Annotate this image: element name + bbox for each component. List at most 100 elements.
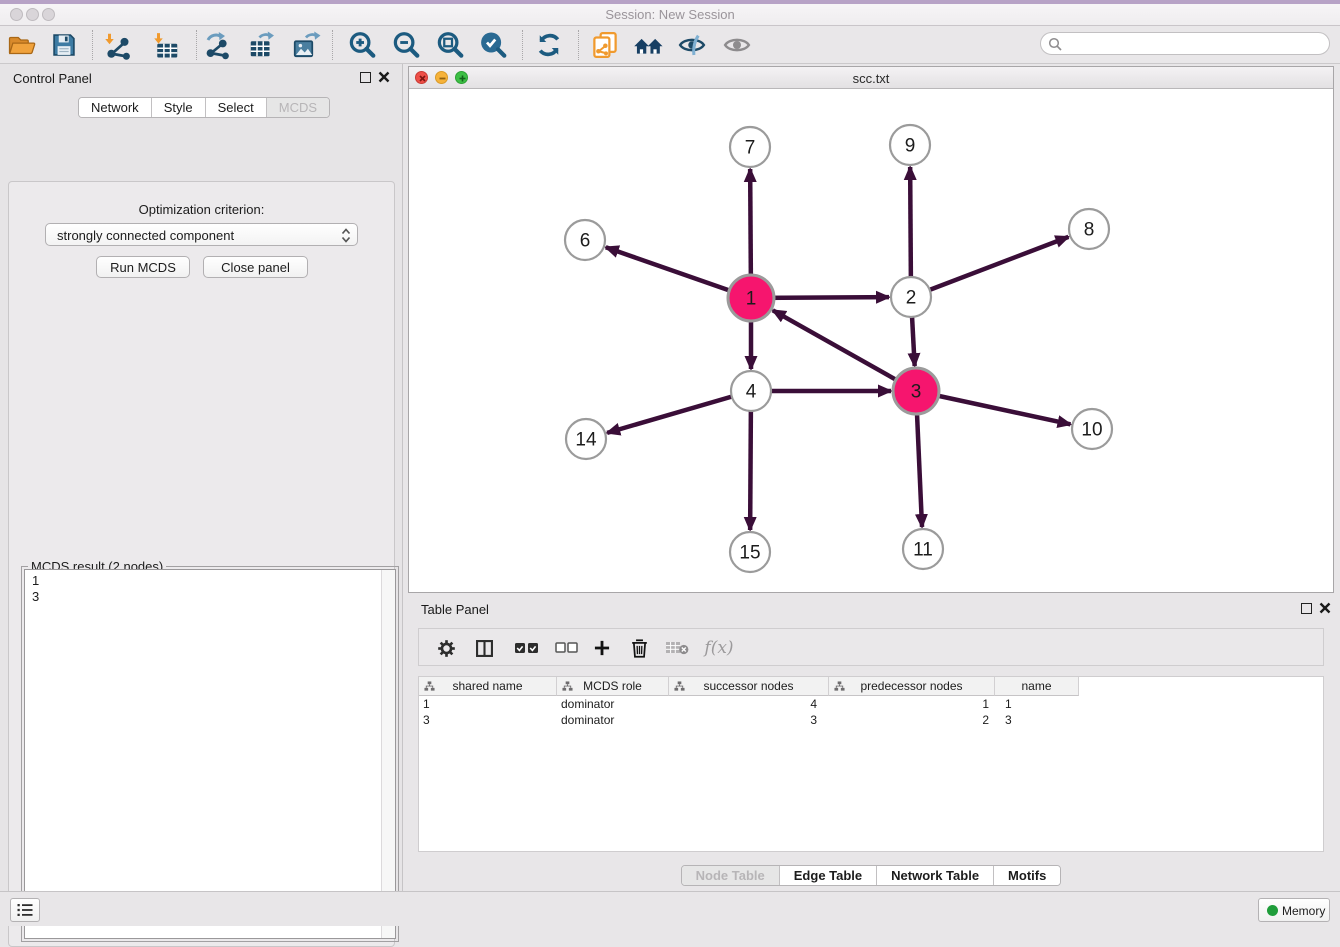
delete-column-button[interactable] bbox=[626, 636, 652, 660]
zoom-out-button[interactable] bbox=[389, 28, 423, 62]
table-row[interactable]: 1 dominator 4 1 1 bbox=[419, 696, 1323, 712]
hide-selected-button[interactable] bbox=[675, 28, 709, 62]
first-neighbors-button[interactable] bbox=[632, 28, 666, 62]
network-canvas[interactable]: 7968124314101511 bbox=[409, 89, 1333, 592]
show-all-button[interactable] bbox=[720, 28, 754, 62]
graph-edge-4-14[interactable] bbox=[607, 391, 751, 433]
cell-shared-name[interactable]: 3 bbox=[419, 712, 557, 728]
export-image-button[interactable] bbox=[289, 28, 323, 62]
tab-node-table[interactable]: Node Table bbox=[682, 866, 780, 885]
home-pair-icon bbox=[633, 30, 665, 60]
tab-select[interactable]: Select bbox=[206, 98, 267, 117]
open-file-button[interactable] bbox=[5, 28, 39, 62]
trash-icon bbox=[630, 638, 649, 659]
graph-node-label: 15 bbox=[739, 543, 760, 564]
zoom-in-button[interactable] bbox=[345, 28, 379, 62]
column-label: successor nodes bbox=[703, 679, 793, 693]
cell-predecessor-nodes[interactable]: 2 bbox=[829, 712, 995, 728]
search-input[interactable] bbox=[1069, 34, 1321, 53]
column-header-shared-name[interactable]: shared name bbox=[419, 677, 557, 696]
graph-node-label: 10 bbox=[1081, 420, 1102, 441]
export-table-button[interactable] bbox=[245, 28, 279, 62]
graph-edge-3-1[interactable] bbox=[773, 310, 916, 391]
memory-button[interactable]: Memory bbox=[1258, 898, 1330, 922]
column-header-name[interactable]: name bbox=[995, 677, 1079, 696]
tab-network[interactable]: Network bbox=[79, 98, 152, 117]
cell-successor-nodes[interactable]: 4 bbox=[669, 696, 829, 712]
table-panel: Table Panel bbox=[408, 595, 1334, 891]
attribute-icon bbox=[834, 681, 845, 692]
mcds-result-textarea[interactable]: 1 3 bbox=[24, 569, 396, 939]
table-panel-title: Table Panel bbox=[421, 602, 489, 617]
attribute-icon bbox=[562, 681, 573, 692]
cell-mcds-role[interactable]: dominator bbox=[557, 696, 669, 712]
column-header-successor-nodes[interactable]: successor nodes bbox=[669, 677, 829, 696]
graph-node-label: 9 bbox=[905, 136, 916, 157]
network-titlebar[interactable]: scc.txt bbox=[409, 67, 1333, 89]
delete-table-button[interactable] bbox=[662, 636, 692, 660]
network-view-window: scc.txt 7968124314101511 bbox=[408, 66, 1334, 593]
table-panel-header: Table Panel bbox=[408, 595, 1334, 623]
tab-edge-table[interactable]: Edge Table bbox=[780, 866, 877, 885]
float-panel-icon[interactable] bbox=[1301, 603, 1312, 614]
column-header-filler bbox=[1079, 677, 1323, 696]
tab-style[interactable]: Style bbox=[152, 98, 206, 117]
result-scrollbar[interactable] bbox=[381, 570, 395, 938]
export-network-button[interactable] bbox=[201, 28, 235, 62]
table-row[interactable]: 3 dominator 3 2 3 bbox=[419, 712, 1323, 728]
tab-motifs[interactable]: Motifs bbox=[994, 866, 1060, 885]
tab-network-table[interactable]: Network Table bbox=[877, 866, 994, 885]
duplicate-network-button[interactable] bbox=[588, 28, 622, 62]
close-panel-icon[interactable] bbox=[1319, 602, 1331, 614]
refresh-layout-button[interactable] bbox=[532, 28, 566, 62]
tab-mcds[interactable]: MCDS bbox=[267, 98, 329, 117]
zoom-fit-icon bbox=[435, 30, 465, 60]
search-field[interactable] bbox=[1040, 32, 1330, 55]
zoom-fit-button[interactable] bbox=[433, 28, 467, 62]
criterion-dropdown[interactable]: strongly connected component bbox=[45, 223, 358, 246]
close-panel-button[interactable]: Close panel bbox=[203, 256, 308, 278]
create-column-button[interactable] bbox=[589, 636, 615, 660]
graph-node-label: 7 bbox=[745, 138, 756, 159]
task-history-button[interactable] bbox=[10, 898, 40, 922]
select-all-button[interactable] bbox=[511, 636, 543, 660]
unchecked-boxes-icon bbox=[555, 641, 579, 655]
graph-node-label: 4 bbox=[746, 382, 757, 403]
fx-icon: f(x) bbox=[704, 638, 733, 658]
toolbar-separator bbox=[522, 30, 523, 60]
function-builder-button[interactable]: f(x) bbox=[702, 636, 736, 660]
attribute-icon bbox=[424, 681, 435, 692]
memory-label: Memory bbox=[1282, 904, 1325, 918]
cell-name[interactable]: 3 bbox=[995, 712, 1079, 728]
cell-successor-nodes[interactable]: 3 bbox=[669, 712, 829, 728]
main-toolbar bbox=[0, 26, 1340, 64]
network-title: scc.txt bbox=[409, 71, 1333, 86]
column-label: MCDS role bbox=[583, 679, 642, 693]
save-session-button[interactable] bbox=[47, 28, 81, 62]
graph-edge-2-8[interactable] bbox=[911, 237, 1068, 297]
gear-icon bbox=[436, 638, 457, 659]
import-table-icon bbox=[151, 30, 181, 60]
import-network-button[interactable] bbox=[100, 28, 134, 62]
show-columns-button[interactable] bbox=[471, 636, 497, 660]
import-table-button[interactable] bbox=[149, 28, 183, 62]
cell-mcds-role[interactable]: dominator bbox=[557, 712, 669, 728]
deselect-all-button[interactable] bbox=[552, 636, 582, 660]
open-folder-icon bbox=[7, 30, 37, 60]
float-panel-icon[interactable] bbox=[360, 72, 371, 83]
column-header-mcds-role[interactable]: MCDS role bbox=[557, 677, 669, 696]
columns-icon bbox=[474, 638, 495, 659]
cell-predecessor-nodes[interactable]: 1 bbox=[829, 696, 995, 712]
cell-name[interactable]: 1 bbox=[995, 696, 1079, 712]
list-icon bbox=[16, 902, 34, 918]
table-settings-button[interactable] bbox=[433, 636, 459, 660]
close-panel-icon[interactable] bbox=[378, 71, 390, 83]
search-icon bbox=[1048, 37, 1063, 52]
graph-node-label: 3 bbox=[911, 382, 922, 403]
column-header-predecessor-nodes[interactable]: predecessor nodes bbox=[829, 677, 995, 696]
cell-shared-name[interactable]: 1 bbox=[419, 696, 557, 712]
zoom-selected-button[interactable] bbox=[476, 28, 510, 62]
eye-slash-icon bbox=[677, 30, 707, 60]
run-mcds-button[interactable]: Run MCDS bbox=[96, 256, 190, 278]
memory-status-icon bbox=[1267, 905, 1278, 916]
